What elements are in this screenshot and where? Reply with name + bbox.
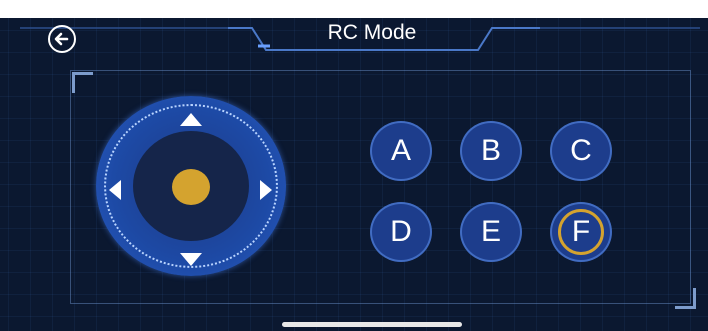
arrow-down-icon[interactable] — [180, 253, 202, 266]
back-arrow-icon — [54, 32, 69, 46]
button-b-label: B — [480, 134, 501, 167]
button-e[interactable]: E — [460, 202, 522, 262]
button-e-label: E — [480, 215, 501, 248]
button-f-label: F — [571, 215, 591, 248]
button-b[interactable]: B — [460, 121, 522, 181]
button-a[interactable]: A — [370, 121, 432, 181]
button-c-label: C — [570, 134, 592, 167]
home-indicator[interactable] — [282, 322, 462, 327]
button-c[interactable]: C — [550, 121, 612, 181]
button-d[interactable]: D — [370, 202, 432, 262]
joystick[interactable] — [96, 96, 286, 276]
button-a-label: A — [390, 134, 411, 167]
corner-bracket-bottom-right — [675, 288, 696, 309]
arrow-right-icon[interactable] — [260, 180, 272, 200]
arrow-left-icon[interactable] — [109, 180, 121, 200]
arrow-up-icon[interactable] — [180, 113, 202, 126]
button-d-label: D — [390, 215, 412, 248]
page-title: RC Mode — [327, 21, 417, 44]
button-f[interactable]: F — [550, 202, 612, 262]
joystick-knob[interactable] — [172, 169, 210, 205]
corner-bracket-top-left — [72, 72, 93, 93]
back-button[interactable] — [48, 25, 76, 53]
